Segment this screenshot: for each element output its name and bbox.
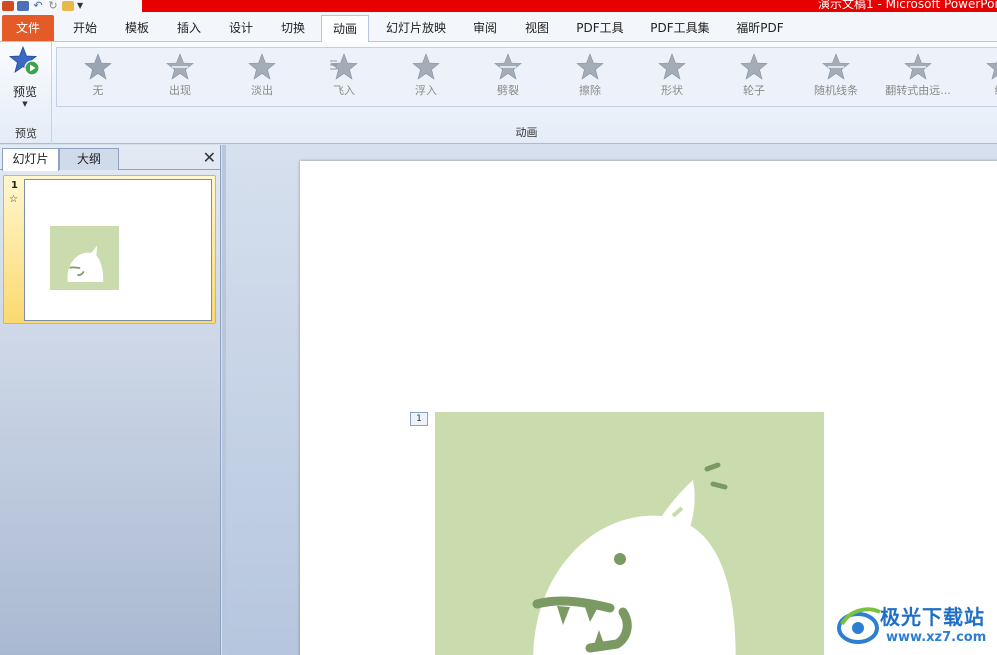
- animation-effect-label: 轮子: [743, 84, 765, 97]
- star-fade-icon: [248, 53, 276, 80]
- preview-button[interactable]: 预览 ▼: [4, 44, 46, 114]
- animation-effect-label: 形状: [661, 84, 683, 97]
- star-zoom-icon: [986, 60, 997, 80]
- watermark-logo-icon: [837, 607, 881, 644]
- tab-outline[interactable]: 大纲: [59, 148, 119, 170]
- animation-effect-item[interactable]: 出现: [143, 48, 217, 106]
- preview-group-label: 预览: [15, 127, 37, 140]
- animation-effect-label: 缩: [963, 82, 997, 98]
- tab-transitions[interactable]: 切换: [270, 15, 316, 41]
- preview-star-icon: [8, 45, 40, 76]
- slide-thumbnail-item[interactable]: 1 ☆: [3, 175, 216, 324]
- monster-image[interactable]: [435, 412, 824, 655]
- animation-effect-item[interactable]: 劈裂: [471, 48, 545, 106]
- animation-effect-item[interactable]: 形状: [635, 48, 709, 106]
- tab-file[interactable]: 文件: [2, 15, 54, 41]
- star-wipe-icon: [576, 53, 604, 80]
- star-fly-in-icon: [330, 53, 358, 80]
- tab-insert[interactable]: 插入: [166, 15, 212, 41]
- animation-effect-label: 出现: [169, 84, 191, 97]
- animation-effect-item[interactable]: 淡出: [225, 48, 299, 106]
- tab-review[interactable]: 审阅: [462, 15, 508, 41]
- star-wheel-icon: [740, 53, 768, 80]
- star-none-icon: [84, 53, 112, 80]
- chevron-down-icon: ▼: [22, 100, 28, 108]
- open-icon[interactable]: [62, 1, 74, 11]
- save-icon[interactable]: [17, 1, 29, 11]
- tab-pdf-toolset[interactable]: PDF工具集: [640, 15, 720, 41]
- star-grow-turn-icon: [904, 53, 932, 80]
- window-title: 演示文稿1 - Microsoft PowerPoint: [818, 0, 997, 11]
- ribbon: 预览 ▼ 预览 无 出现 淡出 飞入 浮入 劈裂 擦除 形状 轮子 随机线条 翻转式由远... 缩 动…: [0, 42, 997, 144]
- animation-gallery: 无 出现 淡出 飞入 浮入 劈裂 擦除 形状 轮子 随机线条 翻转式由远... 缩: [56, 47, 997, 107]
- watermark-text: 极光下载站: [880, 605, 985, 629]
- tab-foxit-pdf[interactable]: 福昕PDF: [728, 15, 792, 41]
- animation-effect-item[interactable]: 翻转式由远...: [881, 48, 955, 106]
- animation-marker-icon[interactable]: ☆: [9, 194, 18, 205]
- animation-effect-item[interactable]: 轮子: [717, 48, 791, 106]
- thumbnail-monster-image: [50, 226, 119, 290]
- animation-effect-label: 浮入: [415, 84, 437, 97]
- ribbon-tab-bar: 文件 开始 模板 插入 设计 切换 动画 幻灯片放映 审阅 视图 PDF工具 P…: [0, 12, 997, 43]
- title-bar: ↶ ↻ ▼ 演示文稿1 - Microsoft PowerPoint: [0, 0, 997, 12]
- animation-effect-label: 淡出: [251, 84, 273, 97]
- star-split-icon: [494, 53, 522, 80]
- quick-access-toolbar: ↶ ↻ ▼: [0, 0, 142, 12]
- tab-view[interactable]: 视图: [514, 15, 560, 41]
- preview-group: 预览 ▼ 预览: [0, 42, 52, 144]
- animation-group-label: 动画: [515, 126, 538, 139]
- slide-thumbnail[interactable]: [24, 179, 212, 321]
- animation-effect-item[interactable]: 随机线条: [799, 48, 873, 106]
- monster-illustration: [532, 462, 736, 655]
- animation-effect-label: 擦除: [579, 84, 601, 97]
- site-watermark: 极光下载站 www.xz7.com: [836, 600, 996, 652]
- star-appear-icon: [166, 53, 194, 80]
- undo-icon[interactable]: ↶: [32, 0, 44, 11]
- star-shape-icon: [658, 53, 686, 80]
- close-icon[interactable]: ✕: [203, 149, 216, 167]
- star-float-in-icon: [412, 53, 440, 80]
- powerpoint-app-icon[interactable]: [2, 1, 14, 11]
- slide-editor: 1: [226, 145, 997, 655]
- tab-slide-show[interactable]: 幻灯片放映: [376, 15, 456, 41]
- animation-effect-item[interactable]: 缩: [963, 48, 997, 106]
- tab-home[interactable]: 开始: [62, 15, 108, 41]
- slide-canvas[interactable]: 1: [300, 161, 997, 655]
- animation-order-tag[interactable]: 1: [410, 412, 428, 426]
- preview-button-label: 预览: [12, 85, 37, 99]
- animation-effect-label: 劈裂: [497, 84, 519, 97]
- animation-effect-label: 飞入: [333, 84, 355, 97]
- slides-pane: 幻灯片 大纲 ✕ 1 ☆: [0, 145, 221, 655]
- animation-effect-item[interactable]: 无: [61, 48, 135, 106]
- animation-effect-item[interactable]: 飞入: [307, 48, 381, 106]
- redo-icon[interactable]: ↻: [47, 0, 59, 11]
- star-random-bars-icon: [822, 53, 850, 80]
- animation-effect-item[interactable]: 浮入: [389, 48, 463, 106]
- animation-effect-label: 翻转式由远...: [885, 84, 951, 97]
- tab-animations[interactable]: 动画: [321, 15, 369, 43]
- tab-slides[interactable]: 幻灯片: [2, 148, 59, 171]
- slides-pane-tabs: 幻灯片 大纲 ✕: [0, 148, 221, 171]
- slide-number: 1: [11, 180, 18, 191]
- animation-effect-label: 随机线条: [814, 84, 858, 97]
- customize-toolbar-dropdown-icon[interactable]: ▼: [77, 1, 85, 11]
- tab-templates[interactable]: 模板: [114, 15, 160, 41]
- tab-pdf-tools[interactable]: PDF工具: [568, 15, 632, 41]
- animation-effect-label: 无: [92, 84, 104, 97]
- tab-design[interactable]: 设计: [218, 15, 264, 41]
- watermark-url: www.xz7.com: [886, 630, 987, 645]
- animation-effect-item[interactable]: 擦除: [553, 48, 627, 106]
